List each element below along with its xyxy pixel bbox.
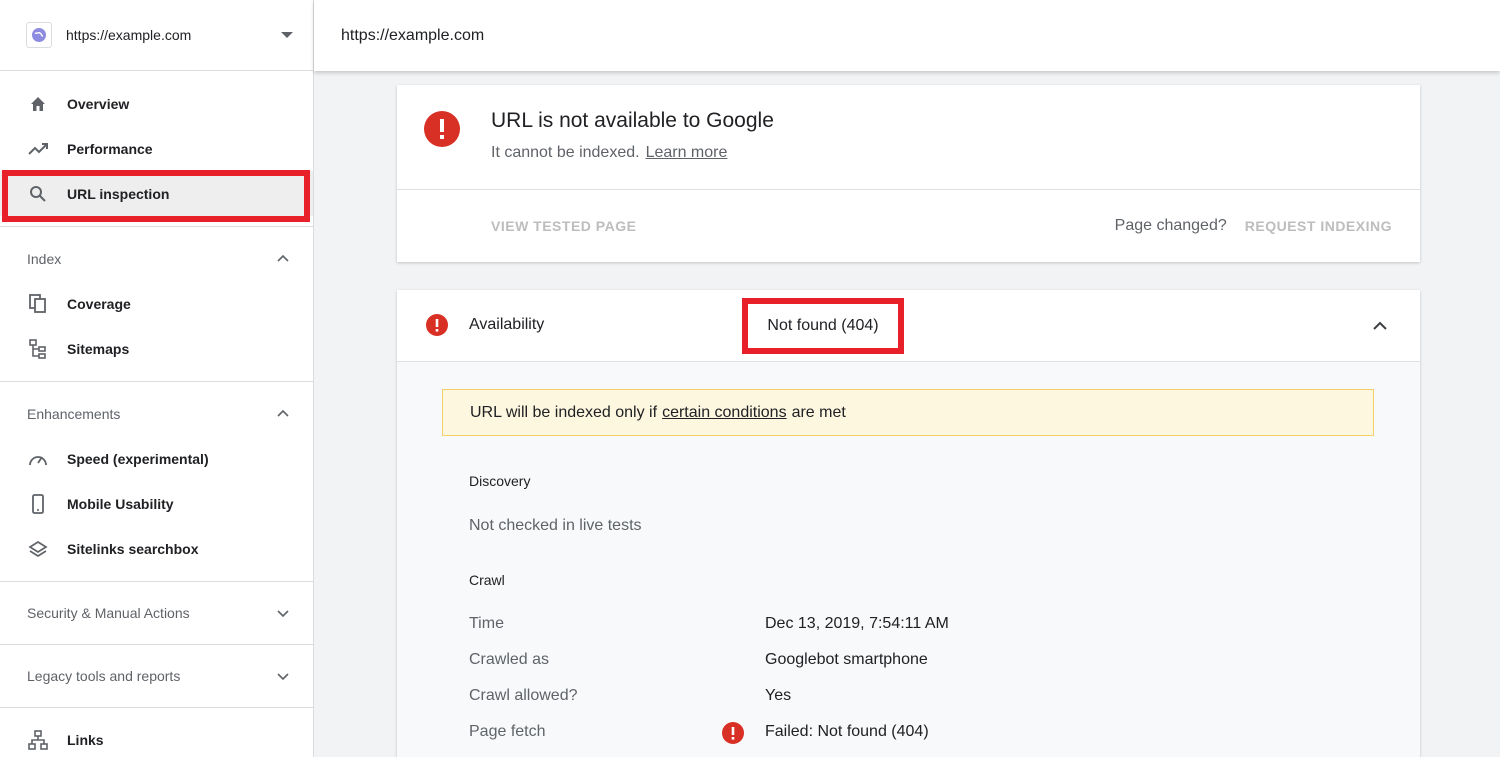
- summary-header: URL is not available to Google It cannot…: [397, 85, 1420, 190]
- nav-legacy: Legacy tools and reports: [0, 645, 313, 708]
- chevron-down-icon: [277, 673, 289, 681]
- sidebar-item-url-inspection[interactable]: URL inspection: [0, 171, 313, 216]
- property-selector[interactable]: https://example.com: [0, 0, 313, 71]
- sidebar-item-sitemaps[interactable]: Sitemaps: [0, 326, 313, 371]
- warning-text-end: are met: [791, 403, 846, 421]
- section-title: Enhancements: [27, 406, 121, 422]
- globe-icon: [26, 22, 52, 48]
- nav-main: Overview Performance URL inspection: [0, 71, 313, 227]
- section-header-security[interactable]: Security & Manual Actions: [0, 591, 313, 635]
- row-key: Crawled as: [469, 651, 550, 668]
- availability-label: Availability: [469, 316, 545, 333]
- chevron-down-icon: [277, 610, 289, 618]
- learn-more-link[interactable]: Learn more: [646, 144, 728, 161]
- inspected-url: https://example.com: [341, 26, 485, 44]
- sidebar-item-mobile-usability[interactable]: Mobile Usability: [0, 481, 313, 526]
- crawl-title: Crawl: [469, 572, 505, 588]
- sidebar-item-label: Coverage: [67, 295, 131, 312]
- availability-card: Availability Not found (404) URL will be…: [397, 290, 1420, 757]
- row-key: Crawl allowed?: [469, 687, 578, 704]
- sidebar-item-label: Links: [67, 731, 104, 748]
- row-key: Time: [469, 615, 504, 632]
- error-icon: [424, 111, 460, 147]
- sidebar-item-label: Sitemaps: [67, 340, 130, 357]
- section-title: Index: [27, 251, 62, 267]
- crawl-row-crawled-as: Crawled as Googlebot smartphone: [469, 645, 1369, 675]
- sidebar-item-label: URL inspection: [67, 185, 170, 202]
- status-badge: Not found (404): [742, 298, 904, 354]
- links-icon: [27, 729, 49, 751]
- section-title: Security & Manual Actions: [27, 605, 190, 621]
- section-header-index[interactable]: Index: [0, 237, 313, 281]
- inspected-url-bar[interactable]: https://example.com: [314, 0, 1500, 71]
- discovery-title: Discovery: [469, 473, 531, 489]
- error-icon: [426, 314, 448, 336]
- chevron-up-icon: [277, 254, 289, 262]
- crawl-row-time: Time Dec 13, 2019, 7:54:11 AM: [469, 609, 1369, 639]
- section-header-enhancements[interactable]: Enhancements: [0, 392, 313, 436]
- view-tested-page-button[interactable]: VIEW TESTED PAGE: [491, 218, 636, 234]
- sitemap-icon: [27, 338, 49, 360]
- summary-actions: VIEW TESTED PAGE Page changed? REQUEST I…: [397, 190, 1420, 262]
- phone-icon: [27, 493, 49, 515]
- speed-icon: [27, 448, 49, 470]
- error-icon: [722, 722, 744, 744]
- summary-subtitle: It cannot be indexed. Learn more: [491, 144, 727, 162]
- property-url: https://example.com: [66, 27, 192, 43]
- sidebar-item-label: Mobile Usability: [67, 495, 174, 512]
- chevron-up-icon: [277, 409, 289, 417]
- warning-banner: URL will be indexed only if certain cond…: [442, 389, 1374, 436]
- row-value: Dec 13, 2019, 7:54:11 AM: [765, 615, 949, 632]
- trending-up-icon: [27, 138, 49, 160]
- layers-icon: [27, 538, 49, 560]
- sidebar-item-speed[interactable]: Speed (experimental): [0, 436, 313, 481]
- sidebar-item-label: Sitelinks searchbox: [67, 540, 199, 557]
- chevron-down-icon[interactable]: [281, 32, 293, 38]
- row-value: Googlebot smartphone: [765, 651, 928, 668]
- warning-text: URL will be indexed only if: [470, 403, 658, 421]
- sidebar: https://example.com Overview Performance…: [0, 0, 314, 757]
- sidebar-item-label: Performance: [67, 140, 153, 157]
- summary-card: URL is not available to Google It cannot…: [397, 85, 1420, 262]
- nav-links: Links: [0, 708, 313, 757]
- sidebar-item-label: Overview: [67, 95, 130, 112]
- crawl-row-crawl-allowed: Crawl allowed? Yes: [469, 681, 1369, 711]
- section-title: Legacy tools and reports: [27, 668, 181, 684]
- nav-security: Security & Manual Actions: [0, 582, 313, 645]
- coverage-icon: [27, 293, 49, 315]
- crawl-row-page-fetch: Page fetch Failed: Not found (404): [469, 717, 1369, 747]
- sidebar-item-sitelinks-searchbox[interactable]: Sitelinks searchbox: [0, 526, 313, 571]
- home-icon: [27, 93, 49, 115]
- request-indexing-button[interactable]: REQUEST INDEXING: [1245, 218, 1392, 234]
- search-icon: [27, 183, 49, 205]
- nav-enhancements: Enhancements Speed (experimental) Mobile…: [0, 382, 313, 582]
- discovery-value: Not checked in live tests: [469, 517, 642, 534]
- sidebar-item-label: Speed (experimental): [67, 450, 209, 467]
- availability-header[interactable]: Availability Not found (404): [397, 290, 1420, 362]
- row-value: Yes: [765, 687, 792, 704]
- page-title: URL is not available to Google: [491, 109, 774, 132]
- sidebar-item-coverage[interactable]: Coverage: [0, 281, 313, 326]
- chevron-up-icon[interactable]: [1372, 318, 1388, 334]
- nav-index: Index Coverage Sitemaps: [0, 227, 313, 382]
- status-text: Not found (404): [767, 317, 879, 334]
- row-key: Page fetch: [469, 723, 546, 740]
- row-value: Failed: Not found (404): [765, 723, 929, 740]
- page-changed-label: Page changed?: [1114, 217, 1227, 234]
- section-header-legacy[interactable]: Legacy tools and reports: [0, 654, 313, 698]
- sidebar-item-overview[interactable]: Overview: [0, 81, 313, 126]
- sidebar-item-links[interactable]: Links: [0, 717, 313, 757]
- certain-conditions-link[interactable]: certain conditions: [662, 404, 787, 422]
- subtitle-text: It cannot be indexed.: [491, 144, 640, 161]
- sidebar-item-performance[interactable]: Performance: [0, 126, 313, 171]
